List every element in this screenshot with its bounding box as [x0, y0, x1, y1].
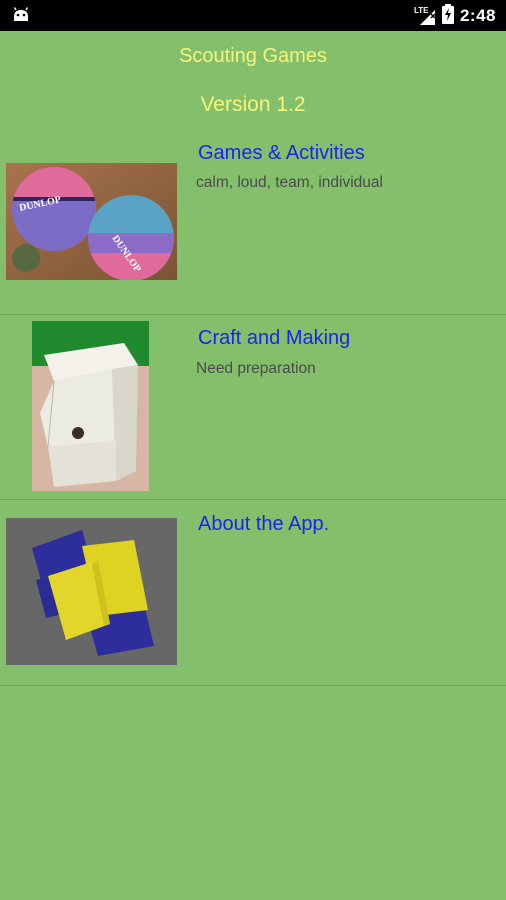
games-link[interactable]: Games & Activities — [198, 142, 365, 165]
divider — [0, 685, 506, 686]
craft-link[interactable]: Craft and Making — [198, 327, 350, 350]
clock: 2:48 — [459, 6, 496, 25]
beanbags-image — [6, 518, 177, 665]
birdhouse-image — [32, 321, 149, 491]
menu-item-craft[interactable]: Craft and Making Need preparation — [0, 315, 506, 499]
app-title: Scouting Games — [179, 45, 327, 67]
about-link[interactable]: About the App. — [198, 513, 329, 536]
status-bar: LTE 2:48 — [0, 0, 506, 31]
lte-signal-icon: LTE — [414, 6, 436, 26]
app-version: Version 1.2 — [200, 93, 306, 116]
android-icon — [12, 7, 30, 23]
battery-charging-icon — [441, 3, 454, 29]
main-content: Scouting Games Version 1.2 DUNLOP DUNLOP… — [0, 31, 506, 900]
games-description: calm, loud, team, individual — [196, 174, 383, 191]
basketballs-image: DUNLOP DUNLOP — [6, 163, 177, 280]
menu-item-about[interactable]: About the App. — [0, 500, 506, 685]
craft-description: Need preparation — [196, 360, 316, 377]
status-indicators: LTE 2:48 — [414, 3, 496, 29]
menu-item-games[interactable]: DUNLOP DUNLOP Games & Activities calm, l… — [0, 139, 506, 314]
